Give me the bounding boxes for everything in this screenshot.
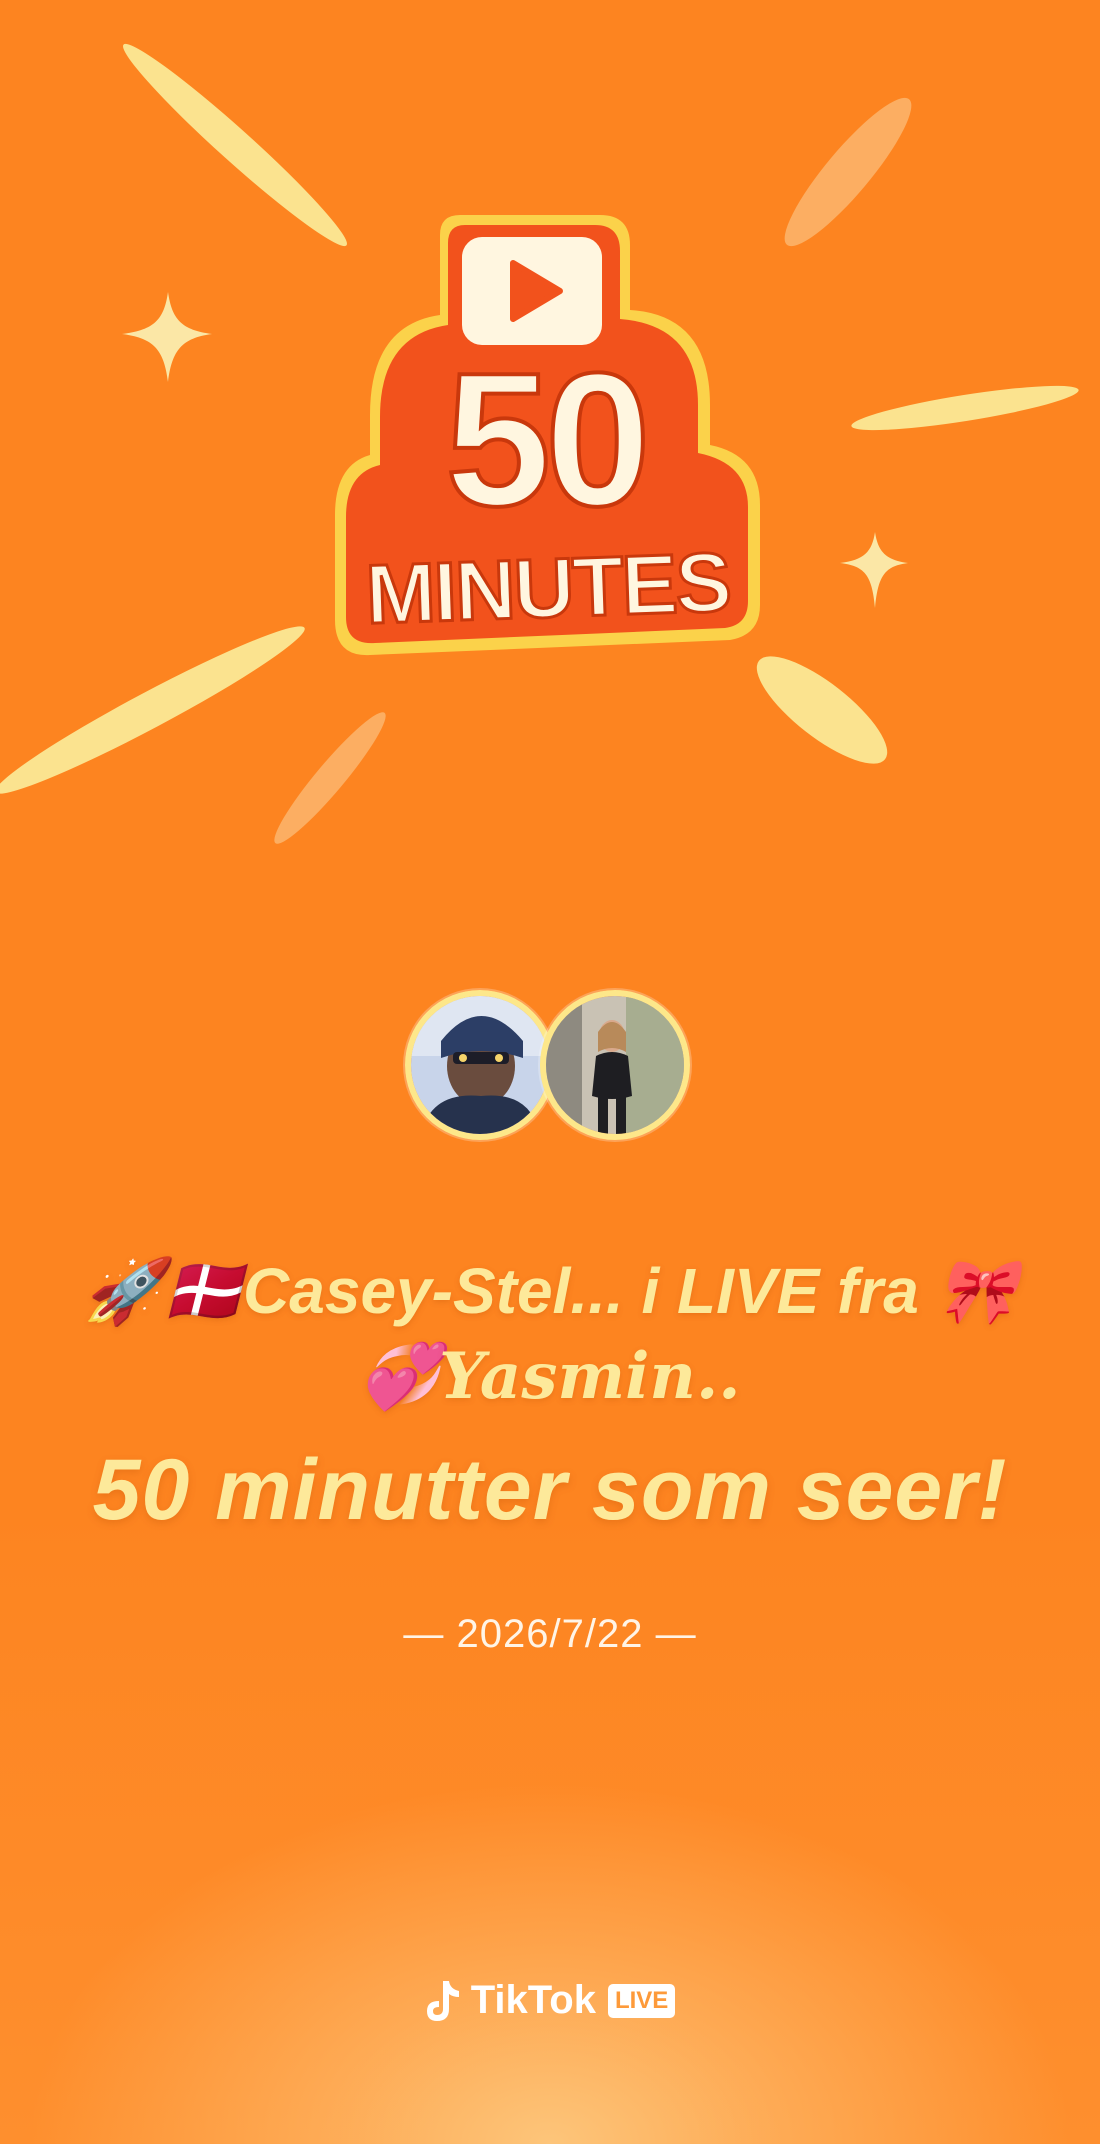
avatar[interactable] bbox=[540, 990, 690, 1140]
headline-line-2: 💞Yasmin.. bbox=[60, 1334, 1040, 1420]
music-note-icon bbox=[426, 1980, 459, 2021]
brand-name: TikTok bbox=[470, 1978, 596, 2022]
headline-text: Casey-Stel... i LIVE fra bbox=[243, 1255, 937, 1327]
milestone-subhead: 50 minutter som seer! bbox=[92, 1442, 1008, 1538]
avatar-photo-1 bbox=[411, 996, 549, 1134]
avatar-group bbox=[405, 990, 695, 1150]
milestone-date: — 2026/7/22 — bbox=[403, 1612, 697, 1656]
fifty-minutes-badge: 50 MINUTES bbox=[335, 215, 760, 656]
badge-number: 50 bbox=[445, 334, 644, 546]
tiktok-live-logo: TikTok LIVE bbox=[0, 1978, 1100, 2023]
ribbon-emoji: 🎀 bbox=[936, 1255, 1017, 1327]
hearts-emoji: 💞 bbox=[359, 1339, 440, 1414]
headline-line-1: 🚀🇩🇰Casey-Stel... i LIVE fra 🎀 bbox=[60, 1248, 1040, 1334]
sparkle-icon bbox=[840, 532, 908, 608]
avatar[interactable] bbox=[405, 990, 555, 1140]
rocket-flag-emoji: 🚀🇩🇰 bbox=[83, 1255, 244, 1327]
live-tag: LIVE bbox=[607, 1983, 676, 2018]
sparkle-icon bbox=[122, 292, 212, 382]
streamer-headline: 🚀🇩🇰Casey-Stel... i LIVE fra 🎀 💞Yasmin.. bbox=[60, 1248, 1040, 1420]
badge-word: MINUTES bbox=[364, 535, 731, 642]
guest-name: Yasmin.. bbox=[439, 1339, 741, 1414]
avatar-photo-2 bbox=[546, 996, 684, 1134]
